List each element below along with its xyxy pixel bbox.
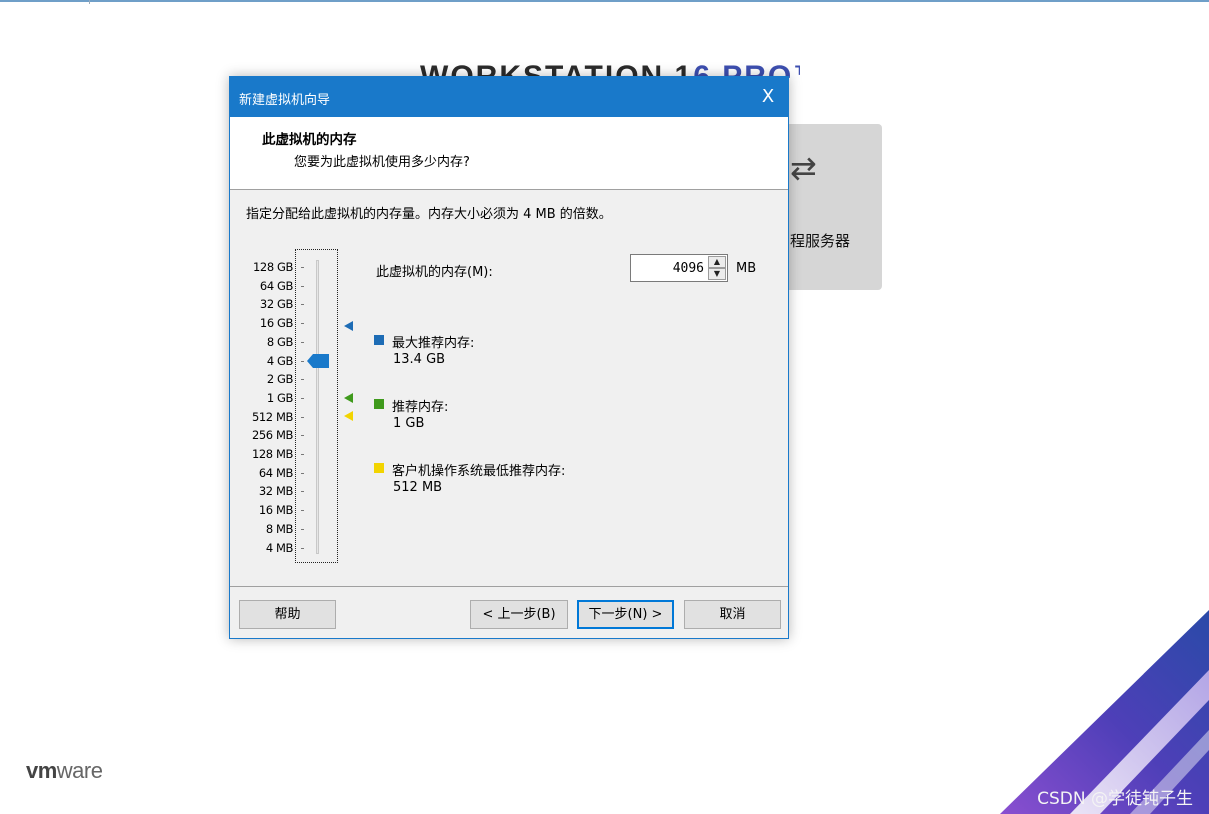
guest-min-value: 512 MB: [393, 480, 443, 495]
recommended-swatch: [374, 399, 384, 409]
memory-input-value[interactable]: 4096: [673, 261, 704, 276]
recommended-label: 推荐内存:: [392, 400, 449, 415]
slider-tick-label: 16 MB: [258, 503, 294, 518]
page-subtitle: 您要为此虚拟机使用多少内存?: [294, 155, 470, 170]
max-recommended-swatch: [374, 335, 384, 345]
slider-tick-label: 32 MB: [258, 484, 294, 499]
guest-min-swatch: [374, 463, 384, 473]
memory-unit: MB: [736, 261, 757, 276]
slider-thumb[interactable]: [307, 354, 329, 368]
dialog-title: 新建虚拟机向导: [239, 93, 331, 108]
dialog-titlebar[interactable]: 新建虚拟机向导 X: [230, 77, 788, 117]
corner-decoration: [1000, 610, 1209, 814]
vmware-logo: vmware: [26, 758, 103, 784]
slider-tick-label: 4 MB: [265, 540, 294, 555]
wizard-header: 此虚拟机的内存 您要为此虚拟机使用多少内存?: [230, 117, 788, 190]
recommended-value: 1 GB: [393, 416, 425, 431]
memory-field-label: 此虚拟机的内存(M):: [376, 265, 493, 280]
max-recommended-marker-icon: [344, 321, 353, 331]
max-recommended-value: 13.4 GB: [393, 352, 446, 367]
slider-tick-label: 32 GB: [259, 297, 293, 312]
spin-down-button[interactable]: ▼: [708, 268, 726, 280]
slider-tick-label: 2 GB: [266, 372, 294, 387]
slider-tick-label: 8 GB: [266, 334, 294, 349]
slider-tick-label: 128 MB: [251, 447, 293, 461]
slider-tick-label: 64 MB: [258, 465, 294, 480]
memory-slider[interactable]: [295, 249, 338, 563]
memory-description: 指定分配给此虚拟机的内存量。内存大小必须为 4 MB 的倍数。: [246, 207, 612, 222]
max-recommended-label: 最大推荐内存:: [392, 336, 475, 351]
page-title: 此虚拟机的内存: [262, 132, 357, 148]
slider-tick-label: 256 MB: [251, 428, 293, 443]
cancel-button[interactable]: 取消: [684, 600, 781, 629]
slider-tick-label: 4 GB: [266, 353, 294, 368]
spin-up-button[interactable]: ▲: [708, 256, 726, 268]
slider-tick-label: 128 GB: [252, 260, 293, 274]
arrow-transfer-icon: ⇄: [790, 149, 817, 187]
help-button[interactable]: 帮助: [239, 600, 336, 629]
window-top-border: [0, 0, 1209, 2]
next-button[interactable]: 下一步(N) >: [577, 600, 674, 629]
vmware-logo-bold: vm: [26, 758, 57, 783]
guest-min-label: 客户机操作系统最低推荐内存:: [392, 464, 566, 479]
slider-tick-label: 1 GB: [266, 390, 294, 405]
slider-tick-label: 64 GB: [259, 278, 293, 293]
memory-input[interactable]: 4096 ▲ ▼: [630, 254, 728, 282]
close-icon[interactable]: X: [748, 77, 788, 117]
remote-server-card-label: 程服务器: [790, 232, 851, 250]
footer-divider: [230, 586, 788, 587]
guest-min-marker-icon: [344, 411, 353, 421]
vmware-logo-light: ware: [56, 758, 103, 783]
back-button[interactable]: < 上一步(B): [470, 600, 568, 629]
slider-tick-label: 8 MB: [265, 521, 294, 536]
remote-server-card[interactable]: ⇄ 程服务器: [780, 124, 882, 290]
window-top-tick: [89, 0, 90, 4]
slider-tick-label: 512 MB: [251, 409, 293, 424]
slider-track: [316, 260, 319, 554]
new-vm-wizard-dialog: 新建虚拟机向导 X 此虚拟机的内存 您要为此虚拟机使用多少内存? 指定分配给此虚…: [229, 76, 789, 639]
csdn-watermark: CSDN @学徒钝子生: [1037, 789, 1193, 809]
recommended-marker-icon: [344, 393, 353, 403]
slider-tick-label: 16 GB: [259, 316, 293, 331]
